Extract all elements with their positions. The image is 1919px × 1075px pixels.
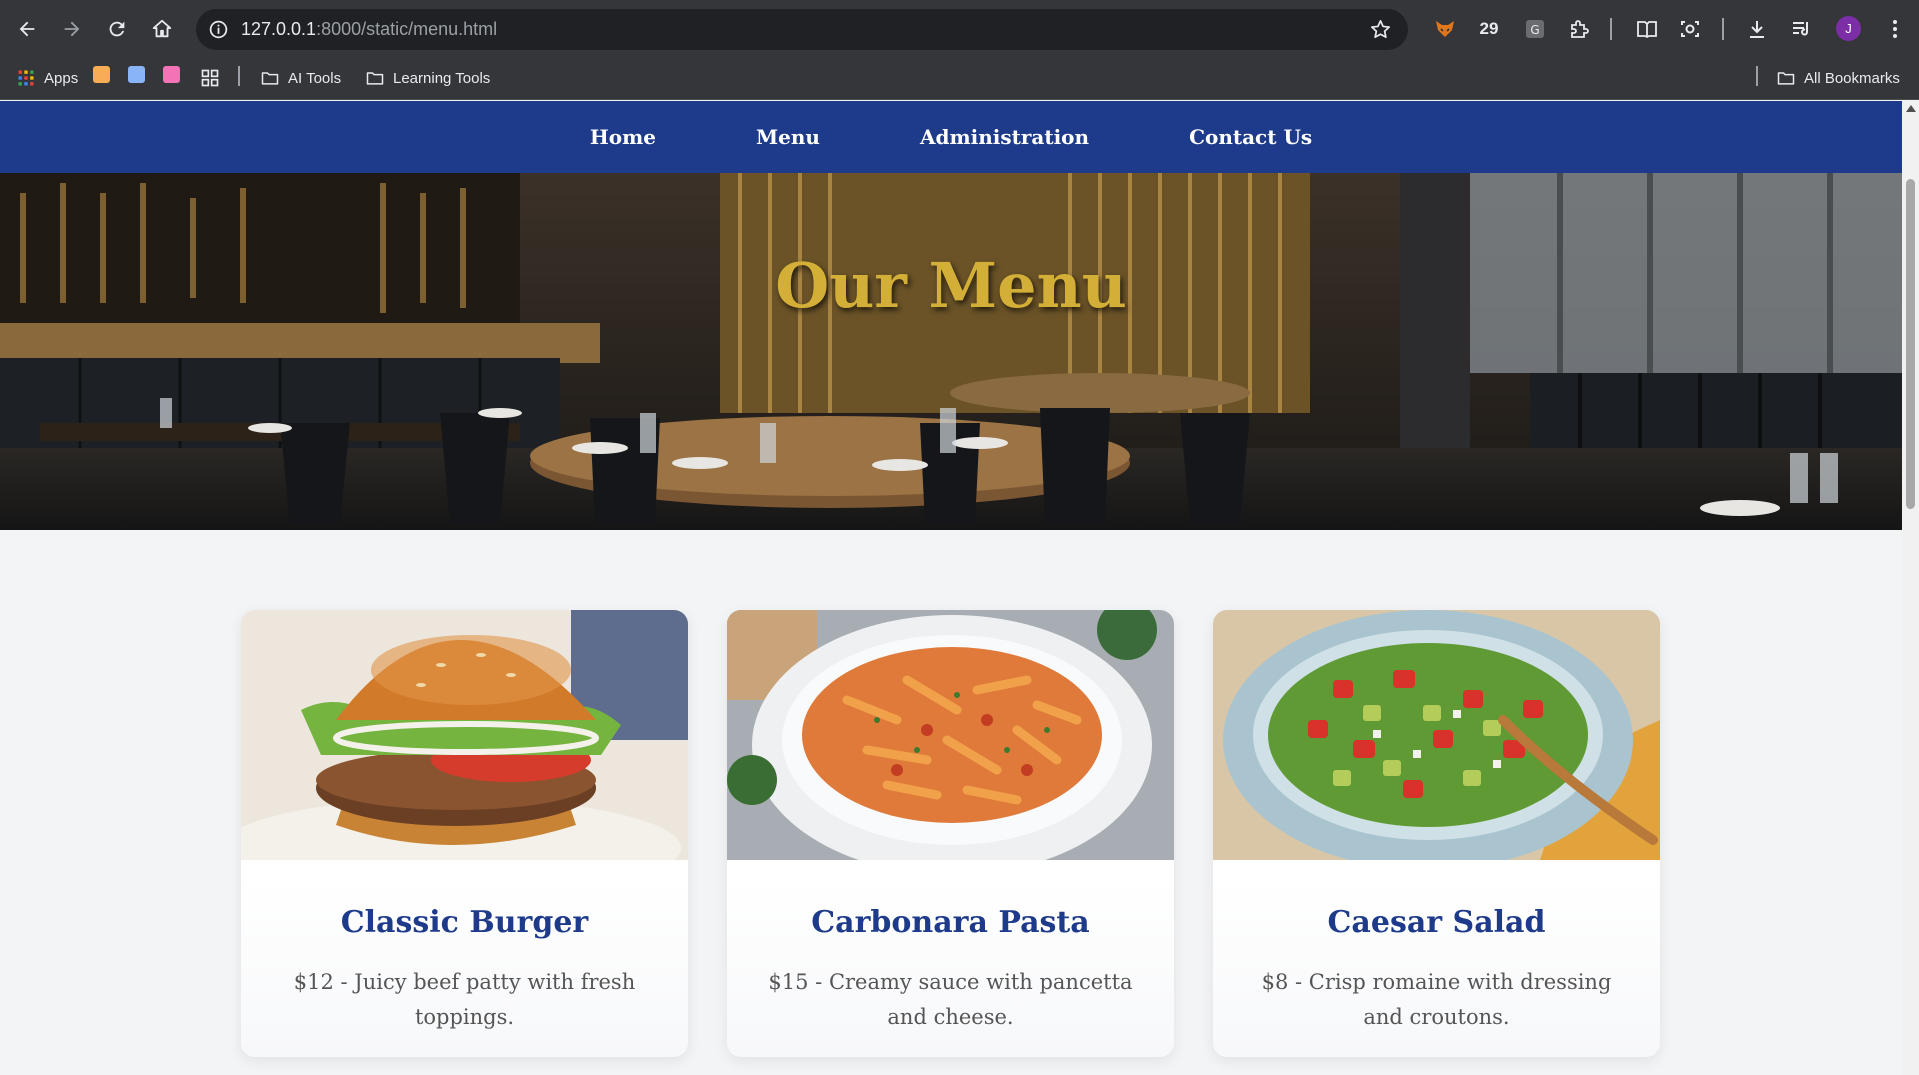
address-bar[interactable]: 127.0.0.1:8000/static/menu.html <box>196 9 1408 50</box>
toolbar-separator <box>1722 18 1724 40</box>
scroll-thumb[interactable] <box>1906 179 1915 509</box>
toolbar: 127.0.0.1:8000/static/menu.html 29 G J <box>0 0 1919 58</box>
bookmark-favicon-orange[interactable] <box>93 66 110 83</box>
nav-link-home[interactable]: Home <box>540 125 706 149</box>
toolbar-separator <box>1610 18 1612 40</box>
home-button[interactable] <box>145 12 179 46</box>
reading-mode-button[interactable] <box>1630 14 1664 44</box>
page-title: Our Menu <box>775 249 1127 322</box>
extensions-button[interactable] <box>1564 14 1594 44</box>
reload-icon <box>109 21 125 37</box>
menu-item-description: $8 - Crisp romaine with dressing and cro… <box>1261 970 1612 1029</box>
fox-extension-button[interactable] <box>1430 14 1460 44</box>
nav-link-administration[interactable]: Administration <box>870 125 1139 149</box>
burger-image <box>241 610 688 860</box>
menu-item-title: Carbonara Pasta <box>811 905 1090 940</box>
hero-banner: Our Menu <box>0 173 1902 530</box>
reading-mode-icon <box>1637 21 1657 39</box>
bookmark-folder-learning-tools[interactable]: Learning Tools <box>365 66 490 90</box>
salad-image <box>1213 610 1660 860</box>
menu-item-title: Caesar Salad <box>1327 905 1546 940</box>
folder-icon <box>261 72 279 85</box>
g-extension-icon: G <box>1526 20 1544 38</box>
salad-illustration <box>1213 610 1660 860</box>
scroll-up-arrow[interactable] <box>1906 105 1916 112</box>
site-info-icon[interactable] <box>208 19 229 40</box>
url-text[interactable]: 127.0.0.1:8000/static/menu.html <box>241 19 497 40</box>
apps-grid-icon <box>18 70 34 86</box>
all-bookmarks-label: All Bookmarks <box>1804 69 1900 87</box>
url-path: :8000/static/menu.html <box>316 19 498 39</box>
downloads-button[interactable] <box>1742 14 1772 44</box>
screenshot-icon <box>1681 21 1699 37</box>
site-navigation: Home Menu Administration Contact Us <box>0 101 1902 173</box>
extension-count-text: 29 <box>1479 19 1499 38</box>
menu-button[interactable] <box>1880 14 1910 44</box>
burger-illustration <box>241 610 688 860</box>
bookmark-folder-ai-tools[interactable]: AI Tools <box>260 66 341 90</box>
bookmark-folder-ai-tools-label: AI Tools <box>288 69 342 87</box>
folder-icon <box>366 72 384 85</box>
home-icon <box>152 19 172 38</box>
url-host: 127.0.0.1 <box>241 19 317 39</box>
all-bookmarks[interactable]: All Bookmarks <box>1776 66 1900 90</box>
pasta-image <box>727 610 1174 860</box>
media-button[interactable] <box>1786 14 1816 44</box>
page-scrollbar[interactable] <box>1902 101 1919 1075</box>
page-viewport: Home Menu Administration Contact Us Our … <box>0 101 1902 1075</box>
g-extension-button[interactable]: G <box>1520 14 1550 44</box>
svg-text:G: G <box>1530 23 1539 37</box>
media-icon <box>1793 22 1809 36</box>
bookmark-divider <box>238 66 240 86</box>
forward-button[interactable] <box>55 12 89 46</box>
fox-extension-icon <box>1436 21 1454 37</box>
back-icon <box>19 21 35 37</box>
bookmark-favicon-pink[interactable] <box>163 66 180 83</box>
browser-chrome: 127.0.0.1:8000/static/menu.html 29 G J A… <box>0 0 1919 100</box>
menu-item-description: $12 - Juicy beef patty with fresh toppin… <box>293 970 636 1029</box>
grid-icon <box>201 69 219 87</box>
bookmark-favicon-blue[interactable] <box>128 66 145 83</box>
menu-grid: Classic Burger $12 - Juicy beef patty wi… <box>241 610 1661 1060</box>
profile-avatar[interactable]: J <box>1836 16 1861 41</box>
nav-link-menu[interactable]: Menu <box>706 125 870 149</box>
menu-card: Caesar Salad $8 - Crisp romaine with dre… <box>1213 610 1660 1057</box>
star-icon[interactable] <box>1369 18 1392 41</box>
more-icon <box>1893 20 1897 38</box>
bookmark-apps-label: Apps <box>44 69 79 87</box>
download-icon <box>1750 21 1764 38</box>
restaurant-interior-image <box>0 173 1902 530</box>
bookmark-divider <box>1756 66 1758 86</box>
menu-card: Carbonara Pasta $15 - Creamy sauce with … <box>727 610 1174 1057</box>
back-button[interactable] <box>10 12 44 46</box>
bookmark-grid[interactable] <box>200 66 228 90</box>
menu-item-description: $15 - Creamy sauce with pancetta and che… <box>768 970 1133 1029</box>
extension-count[interactable]: 29 <box>1474 14 1504 44</box>
menu-item-title: Classic Burger <box>340 905 589 940</box>
nav-link-contact[interactable]: Contact Us <box>1139 125 1362 149</box>
puzzle-icon <box>1571 20 1589 38</box>
menu-card: Classic Burger $12 - Juicy beef patty wi… <box>241 610 688 1057</box>
bookmark-folder-learning-tools-label: Learning Tools <box>393 69 491 87</box>
screenshot-button[interactable] <box>1675 14 1705 44</box>
pasta-illustration <box>727 610 1174 860</box>
bookmark-apps[interactable]: Apps <box>16 66 78 90</box>
forward-icon <box>64 21 80 37</box>
reload-button[interactable] <box>100 12 134 46</box>
folder-icon <box>1777 72 1795 85</box>
